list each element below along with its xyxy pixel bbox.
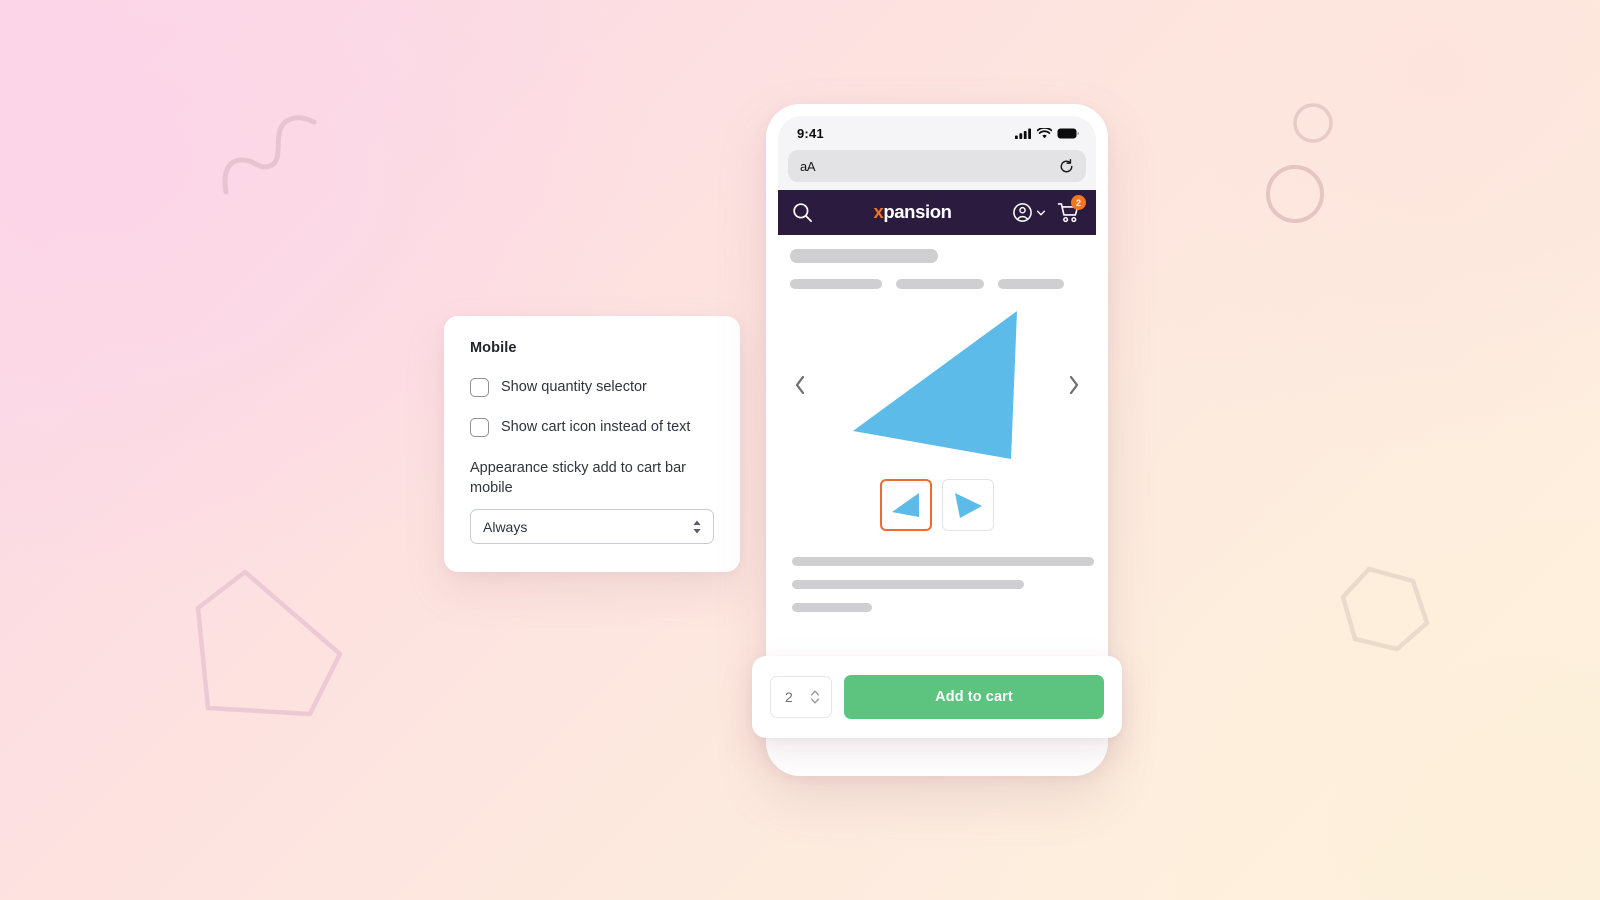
browser-address-bar: aA bbox=[778, 150, 1096, 190]
quantity-value: 2 bbox=[785, 689, 793, 705]
status-time: 9:41 bbox=[797, 125, 824, 141]
skeleton-desc-2 bbox=[792, 580, 1024, 589]
brand-logo-text: pansion bbox=[883, 201, 952, 223]
mobile-settings-card: Mobile Show quantity selector Show cart … bbox=[444, 316, 740, 572]
text-size-aa-button[interactable]: aA bbox=[800, 159, 816, 174]
product-image-carousel bbox=[790, 297, 1084, 473]
chevron-right-icon[interactable] bbox=[1068, 375, 1080, 395]
thumbnail-2[interactable] bbox=[942, 479, 994, 531]
product-page-body bbox=[778, 235, 1096, 612]
reload-icon[interactable] bbox=[1059, 158, 1074, 174]
chevron-down-icon[interactable] bbox=[1036, 208, 1046, 218]
battery-icon bbox=[1057, 128, 1079, 138]
skeleton-meta-1 bbox=[790, 279, 882, 289]
thumbnail-1[interactable] bbox=[880, 479, 932, 531]
checkbox-show-quantity-selector[interactable] bbox=[470, 378, 489, 397]
checkbox-label-show-cart-icon: Show cart icon instead of text bbox=[501, 418, 691, 435]
add-to-cart-button[interactable]: Add to cart bbox=[844, 675, 1104, 719]
checkbox-row-show-cart-icon[interactable]: Show cart icon instead of text bbox=[470, 418, 714, 437]
skeleton-description bbox=[790, 557, 1094, 612]
skeleton-desc-1 bbox=[792, 557, 1094, 566]
page-background: Mobile Show quantity selector Show cart … bbox=[0, 0, 1600, 900]
search-icon[interactable] bbox=[792, 202, 813, 223]
cellular-signal-icon bbox=[1015, 128, 1031, 139]
status-bar: 9:41 bbox=[778, 116, 1096, 150]
nav-right-actions: 2 bbox=[1012, 195, 1086, 223]
skeleton-product-title bbox=[790, 249, 938, 263]
skeleton-desc-3 bbox=[792, 603, 872, 612]
stepper-arrows-icon[interactable] bbox=[810, 689, 820, 706]
chevron-left-icon[interactable] bbox=[794, 375, 806, 395]
product-main-image[interactable] bbox=[849, 307, 1025, 463]
sticky-add-to-cart-bar: 2 Add to cart bbox=[752, 656, 1122, 738]
appearance-select-value: Always bbox=[483, 518, 528, 535]
status-icons bbox=[1015, 127, 1079, 139]
circle-outline-small-icon bbox=[1293, 103, 1333, 143]
brand-logo-x: x bbox=[873, 201, 884, 223]
checkbox-label-show-quantity-selector: Show quantity selector bbox=[501, 378, 647, 395]
checkbox-show-cart-icon[interactable] bbox=[470, 418, 489, 437]
url-pill[interactable]: aA bbox=[788, 150, 1086, 182]
skeleton-meta-row bbox=[790, 279, 1084, 289]
account-circle-icon[interactable] bbox=[1012, 202, 1033, 223]
squiggle-line-icon bbox=[222, 115, 317, 195]
cart-button[interactable]: 2 bbox=[1057, 195, 1086, 223]
circle-outline-large-icon bbox=[1266, 165, 1324, 223]
appearance-select[interactable]: Always bbox=[470, 509, 714, 544]
stepper-arrows-icon bbox=[692, 519, 702, 535]
wifi-icon bbox=[1037, 127, 1052, 138]
site-navigation-bar: xpansion 2 bbox=[778, 190, 1096, 235]
thumbnail-strip bbox=[790, 479, 1084, 531]
skeleton-meta-2 bbox=[896, 279, 984, 289]
quantity-stepper[interactable]: 2 bbox=[770, 676, 832, 718]
appearance-select-label: Appearance sticky add to cart bar mobile bbox=[470, 460, 687, 496]
brand-logo[interactable]: xpansion bbox=[873, 203, 951, 222]
cart-badge-count: 2 bbox=[1070, 195, 1086, 210]
hexagon-outline-icon bbox=[1340, 566, 1430, 652]
checkbox-row-show-quantity-selector[interactable]: Show quantity selector bbox=[470, 378, 714, 397]
skeleton-meta-3 bbox=[998, 279, 1064, 289]
pentagon-outline-icon bbox=[195, 569, 343, 717]
card-title: Mobile bbox=[470, 340, 517, 356]
